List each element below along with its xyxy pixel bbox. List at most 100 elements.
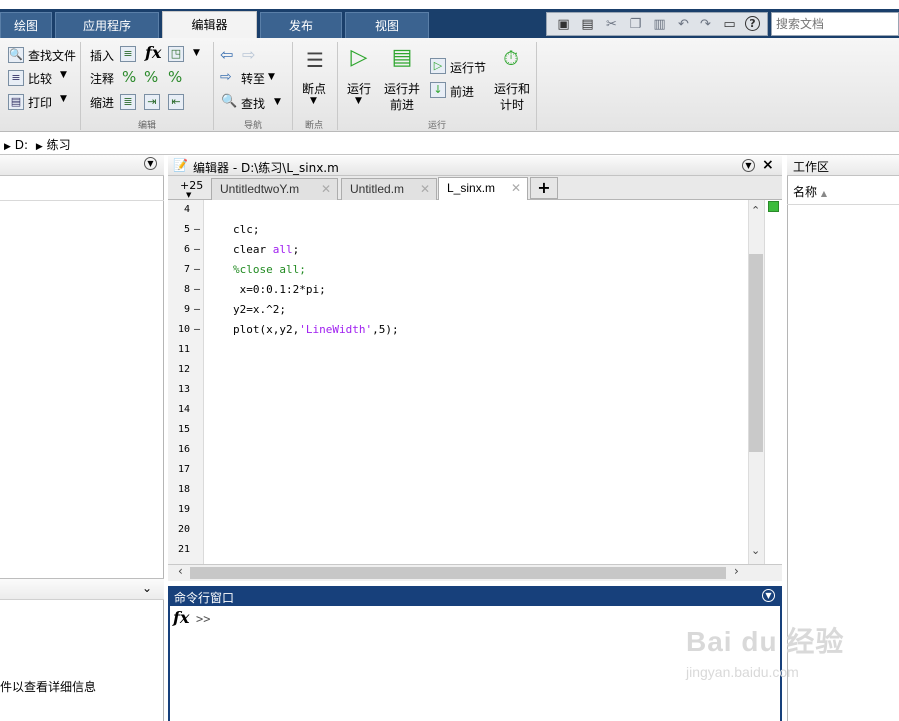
save-icon[interactable]: ▤ xyxy=(579,16,596,33)
tab-apps[interactable]: 应用程序 xyxy=(55,12,159,38)
insert-function-icon[interactable]: fx xyxy=(145,43,161,62)
goto-dropdown-icon[interactable]: ▼ xyxy=(268,72,275,82)
code-line[interactable]: clear all; xyxy=(233,243,299,256)
code-line[interactable]: y2=x.^2; xyxy=(233,303,286,316)
path-drive[interactable]: D: xyxy=(15,138,28,152)
current-folder-path[interactable]: ▶ D: ▶ 练习 xyxy=(0,133,899,155)
run-icon[interactable]: ▷ xyxy=(346,44,372,72)
undo-icon[interactable]: ↶ xyxy=(675,16,692,33)
breakpoint-marker[interactable]: – xyxy=(194,284,200,295)
advance-button[interactable]: 前进 xyxy=(450,83,474,100)
tab-publish[interactable]: 发布 xyxy=(260,12,342,38)
find-files-button[interactable]: 查找文件 xyxy=(28,47,76,64)
watermark-brand: Bai du 经验 xyxy=(686,626,845,657)
comment-icon[interactable]: % xyxy=(122,68,136,86)
insert-block-icon[interactable]: ◳ xyxy=(168,46,184,62)
find-dropdown-icon[interactable]: ▼ xyxy=(274,97,281,107)
code-token-highlight: all xyxy=(272,243,293,256)
compare-dropdown-icon[interactable]: ▼ xyxy=(60,70,67,80)
horizontal-scroll-thumb[interactable] xyxy=(190,567,726,579)
run-section-button[interactable]: 运行节 xyxy=(450,59,486,76)
ribbon-divider xyxy=(80,42,81,130)
run-and-advance-line1[interactable]: 运行并 xyxy=(384,80,420,97)
run-and-time-line1[interactable]: 运行和 xyxy=(494,80,530,97)
close-tab-icon[interactable]: ✕ xyxy=(420,182,430,196)
breakpoint-marker[interactable]: – xyxy=(194,304,200,315)
run-and-advance-line2[interactable]: 前进 xyxy=(390,96,414,113)
code-analyzer-status-icon[interactable] xyxy=(768,201,779,212)
breakpoint-marker[interactable]: – xyxy=(194,324,200,335)
run-dropdown-icon[interactable]: ▼ xyxy=(355,96,362,106)
editor-tab-active[interactable]: L_sinx.m ✕ xyxy=(438,177,528,201)
paste-icon[interactable]: ▥ xyxy=(651,16,668,33)
search-documentation-input[interactable] xyxy=(771,12,899,36)
goto-button[interactable]: 转至 xyxy=(241,70,265,87)
line-number: 7 xyxy=(183,264,190,275)
tab-overflow-dropdown-icon[interactable]: ▼ xyxy=(186,191,191,199)
print-dropdown-icon[interactable]: ▼ xyxy=(60,94,67,104)
line-number: 10 xyxy=(177,324,190,335)
editor-actions-icon[interactable]: ▼ xyxy=(742,159,755,172)
line-number: 8 xyxy=(183,284,190,295)
path-folder[interactable]: 练习 xyxy=(47,138,71,152)
compare-icon: ≡ xyxy=(8,70,24,86)
code-line[interactable]: clc; xyxy=(233,223,260,236)
close-tab-icon[interactable]: ✕ xyxy=(321,182,331,196)
wrap-comments-icon[interactable]: % xyxy=(168,68,182,86)
editor-tab[interactable]: Untitled.m ✕ xyxy=(341,178,437,200)
find-button[interactable]: 查找 xyxy=(241,95,265,112)
workspace-column-header[interactable]: 名称 ▲ xyxy=(787,177,899,205)
forward-arrow-icon[interactable]: ⇨ xyxy=(242,45,255,64)
help-icon[interactable]: ? xyxy=(745,16,760,31)
decrease-indent-icon[interactable]: ⇤ xyxy=(168,94,184,110)
insert-dropdown-icon[interactable]: ▼ xyxy=(193,48,200,58)
scroll-down-icon[interactable]: ⌄ xyxy=(751,544,760,557)
scroll-right-icon[interactable]: › xyxy=(734,564,739,578)
vertical-scroll-thumb[interactable] xyxy=(749,254,763,452)
code-line[interactable]: %close all; xyxy=(233,263,306,276)
quick-access-toolbar: ▣ ▤ ✂ ❐ ▥ ↶ ↷ ▭ ? xyxy=(546,12,768,36)
panel-actions-icon[interactable]: ▼ xyxy=(144,157,157,170)
run-and-advance-icon[interactable]: ▤ xyxy=(389,44,415,72)
function-browser-icon[interactable]: fx xyxy=(173,608,189,627)
name-column[interactable]: 名称 xyxy=(793,185,817,199)
find-files-icon: 🔍 xyxy=(8,47,24,63)
redo-icon[interactable]: ↷ xyxy=(697,16,714,33)
insert-section-icon[interactable]: ≡ xyxy=(120,46,136,62)
breakpoints-dropdown-icon[interactable]: ▼ xyxy=(310,96,317,106)
switch-windows-icon[interactable]: ▭ xyxy=(721,16,738,33)
back-arrow-icon[interactable]: ⇦ xyxy=(220,45,233,64)
scroll-up-icon[interactable]: ⌃ xyxy=(751,204,760,217)
scroll-left-icon[interactable]: ‹ xyxy=(178,564,183,578)
new-script-icon[interactable]: ▣ xyxy=(555,16,572,33)
command-window-actions-icon[interactable]: ▼ xyxy=(762,589,775,602)
close-editor-icon[interactable]: × xyxy=(762,157,774,173)
copy-icon[interactable]: ❐ xyxy=(627,16,644,33)
chevron-down-icon[interactable]: ⌄ xyxy=(142,581,152,595)
tab-plots[interactable]: 绘图 xyxy=(0,12,52,38)
cut-icon[interactable]: ✂ xyxy=(603,16,620,33)
line-number: 11 xyxy=(177,344,190,355)
code-token: clear xyxy=(233,243,273,256)
new-tab-button[interactable]: + xyxy=(530,177,558,199)
tab-overflow-count[interactable]: +25 xyxy=(180,179,203,192)
close-tab-icon[interactable]: ✕ xyxy=(511,181,521,195)
run-button[interactable]: 运行 xyxy=(347,80,371,97)
print-button[interactable]: 打印 xyxy=(28,94,52,111)
breakpoints-button[interactable]: 断点 xyxy=(302,80,326,97)
run-and-time-icon[interactable]: ⏱ xyxy=(498,44,524,72)
run-and-time-line2[interactable]: 计时 xyxy=(500,96,524,113)
tab-editor[interactable]: 编辑器 xyxy=(162,11,257,39)
increase-indent-icon[interactable]: ⇥ xyxy=(144,94,160,110)
breakpoint-marker[interactable]: – xyxy=(194,224,200,235)
compare-button[interactable]: 比较 xyxy=(28,70,52,87)
breakpoint-marker[interactable]: – xyxy=(194,264,200,275)
uncomment-icon[interactable]: % xyxy=(144,68,158,86)
code-line[interactable]: plot(x,y2,'LineWidth',5); xyxy=(233,323,399,336)
tab-view[interactable]: 视图 xyxy=(345,12,429,38)
breakpoint-marker[interactable]: – xyxy=(194,244,200,255)
breakpoints-icon[interactable]: ☰ xyxy=(302,46,328,74)
smart-indent-icon[interactable]: ≣ xyxy=(120,94,136,110)
code-line[interactable]: x=0:0.1:2*pi; xyxy=(233,283,326,296)
editor-tab[interactable]: UntitledtwoY.m ✕ xyxy=(211,178,338,200)
